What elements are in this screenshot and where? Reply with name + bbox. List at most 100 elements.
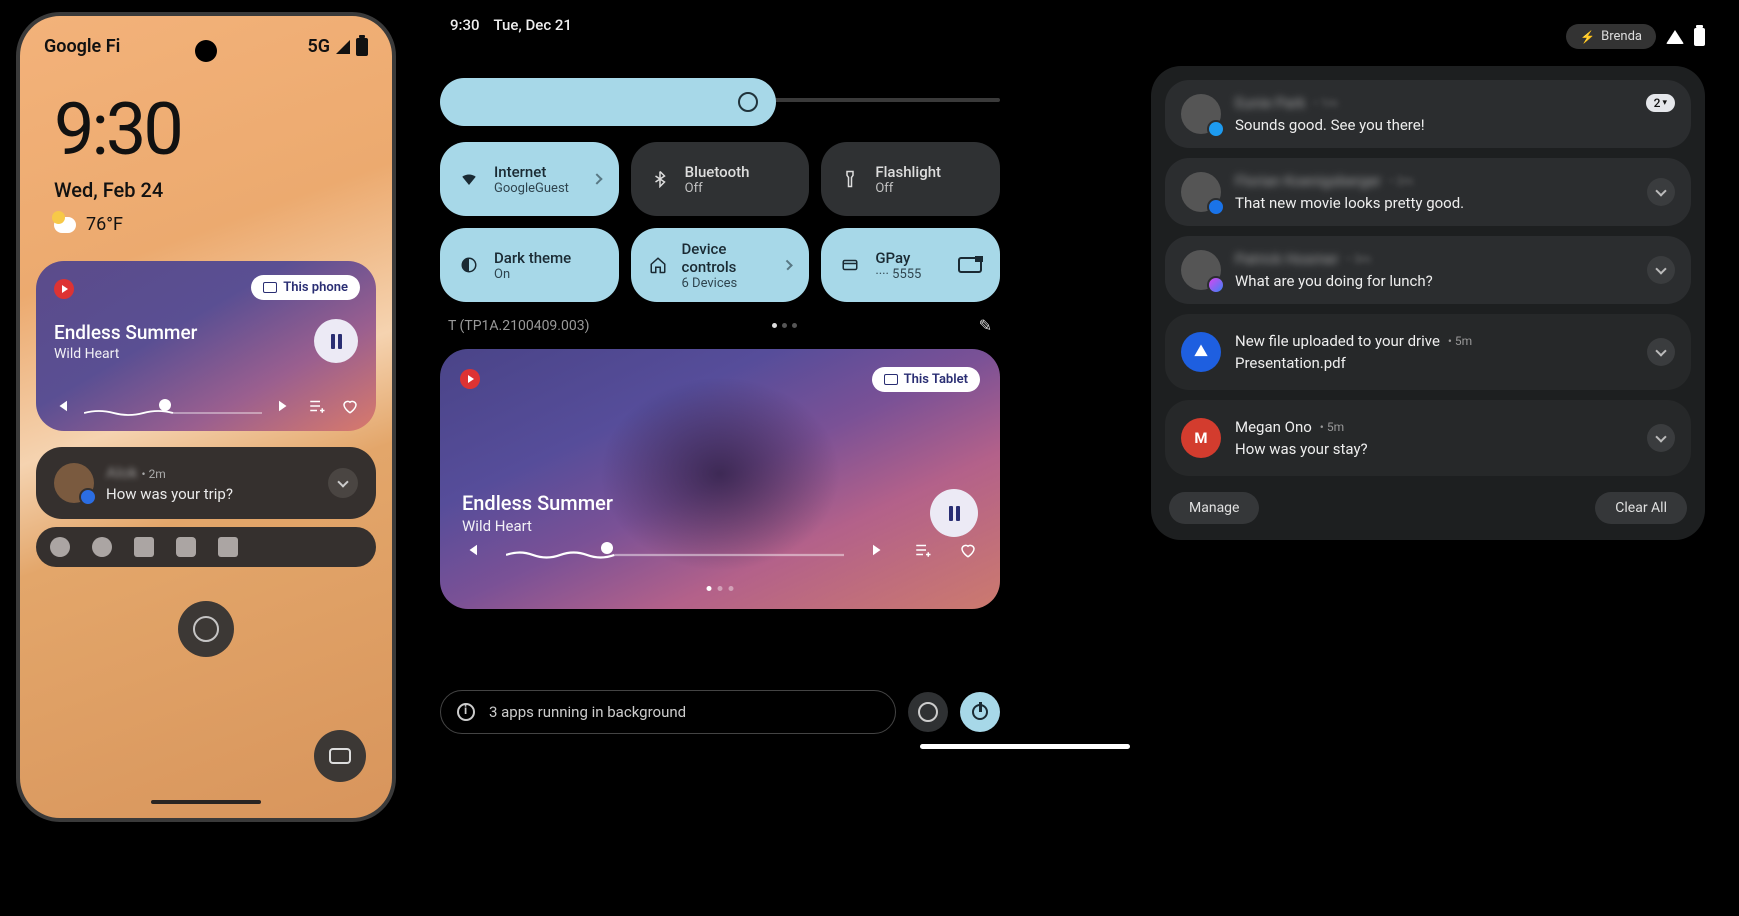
tile-title: Dark theme xyxy=(494,249,571,267)
user-name: Brenda xyxy=(1601,29,1642,44)
notif-sender: Megan Ono xyxy=(1235,418,1312,436)
gmail-icon: M xyxy=(1181,418,1221,458)
media-page-dots xyxy=(707,586,734,591)
wifi-icon xyxy=(1666,30,1684,44)
tile-subtitle: 6 Devices xyxy=(682,276,771,291)
track-artist: Wild Heart xyxy=(54,346,358,362)
app-badge-icon xyxy=(1207,276,1225,294)
media-card-phone[interactable]: This phone Endless Summer Wild Heart xyxy=(36,261,376,431)
cast-chip[interactable]: This Tablet xyxy=(872,367,980,392)
seek-bar[interactable] xyxy=(84,402,262,410)
card-icon xyxy=(958,257,982,273)
notification-icons-row[interactable] xyxy=(36,527,376,567)
prev-track-icon[interactable] xyxy=(462,541,480,559)
qs-time: 9:30 xyxy=(450,16,480,34)
qs-tile-gpay[interactable]: GPay···· 5555 xyxy=(821,228,1000,302)
expand-button[interactable] xyxy=(1647,424,1675,452)
notif-body: That new movie looks pretty good. xyxy=(1235,194,1633,212)
card-icon xyxy=(839,256,861,274)
notification-card[interactable]: Eunie Park • 1m Sounds good. See you ther… xyxy=(1165,80,1691,148)
nav-home-bar[interactable] xyxy=(920,744,1130,749)
expand-button[interactable] xyxy=(328,468,358,498)
notif-sender: Eunie Park xyxy=(1235,94,1306,112)
tile-title: Flashlight xyxy=(875,163,941,181)
next-track-icon[interactable] xyxy=(870,541,888,559)
avatar xyxy=(54,463,94,503)
notif-time: • 2m xyxy=(142,467,166,481)
queue-icon[interactable] xyxy=(914,541,932,559)
notification-card[interactable]: New file uploaded to your drive • 5mPres… xyxy=(1165,314,1691,390)
notif-time: • 5m xyxy=(1448,334,1472,348)
flashlight-icon xyxy=(839,170,861,188)
qs-date: Tue, Dec 21 xyxy=(494,16,572,34)
notif-time: • 3m xyxy=(1347,252,1371,266)
settings-button[interactable] xyxy=(908,692,948,732)
notif-body: Presentation.pdf xyxy=(1235,354,1633,372)
tile-subtitle: On xyxy=(494,267,571,282)
brightness-icon xyxy=(738,92,758,112)
clear-all-button[interactable]: Clear All xyxy=(1595,492,1687,524)
tile-subtitle: Off xyxy=(875,181,941,196)
qs-tile-flashlight[interactable]: FlashlightOff xyxy=(821,142,1000,216)
seek-bar[interactable] xyxy=(506,545,844,555)
expand-button[interactable] xyxy=(1647,256,1675,284)
track-artist: Wild Heart xyxy=(462,517,532,535)
ytmusic-icon xyxy=(460,369,480,389)
qs-tile-internet[interactable]: InternetGoogleGuest xyxy=(440,142,619,216)
notification-card[interactable]: M Megan Ono • 5m How was your stay? xyxy=(1165,400,1691,476)
qs-tile-dark-theme[interactable]: Dark themeOn xyxy=(440,228,619,302)
expand-button[interactable] xyxy=(1647,178,1675,206)
camera-cutout xyxy=(195,40,217,62)
fingerprint-button[interactable] xyxy=(178,601,234,657)
tile-title: GPay xyxy=(875,249,921,267)
user-chip[interactable]: ⚡ Brenda xyxy=(1566,24,1656,49)
weather-chip[interactable]: 76°F xyxy=(20,202,392,235)
chevron-right-icon xyxy=(591,173,602,184)
qs-tile-bluetooth[interactable]: BluetoothOff xyxy=(631,142,810,216)
signal-icon xyxy=(336,40,350,54)
notif-sender: Florian Koenigsberger xyxy=(1235,172,1381,190)
notif-body: How was your trip? xyxy=(106,485,233,503)
avatar xyxy=(1181,250,1221,290)
edit-tiles-button[interactable]: ✎ xyxy=(979,316,992,335)
darktheme-icon xyxy=(458,256,480,274)
tablet-status-bar: ⚡ Brenda xyxy=(1566,24,1705,49)
avatar xyxy=(1181,94,1221,134)
expand-button[interactable] xyxy=(1647,338,1675,366)
notif-count-chip[interactable]: 2 ▾ xyxy=(1646,94,1675,112)
notif-time: • 1m xyxy=(1314,96,1338,110)
like-icon[interactable] xyxy=(958,541,978,559)
track-title: Endless Summer xyxy=(54,321,358,344)
tile-subtitle: ···· 5555 xyxy=(875,267,921,282)
next-track-icon[interactable] xyxy=(276,397,294,415)
power-button[interactable] xyxy=(960,692,1000,732)
notif-body: Sounds good. See you there! xyxy=(1235,116,1632,134)
notification-card[interactable]: Alok • 2m How was your trip? xyxy=(36,447,376,519)
like-icon[interactable] xyxy=(340,397,360,415)
temperature: 76°F xyxy=(86,214,123,235)
play-pause-button[interactable] xyxy=(314,319,358,363)
notif-body: How was your stay? xyxy=(1235,440,1633,458)
prev-track-icon[interactable] xyxy=(52,397,70,415)
notification-card[interactable]: Florian Koenigsberger • 2m That new movie… xyxy=(1165,158,1691,226)
qs-tile-device-controls[interactable]: Device controls6 Devices xyxy=(631,228,810,302)
tile-title: Device controls xyxy=(682,240,771,276)
queue-icon[interactable] xyxy=(308,397,326,415)
notification-card[interactable]: Patrick Hosmer • 3mWhat are you doing fo… xyxy=(1165,236,1691,304)
notif-time: • 5m xyxy=(1320,420,1344,434)
media-card-tablet[interactable]: This Tablet Endless Summer Wild Heart xyxy=(440,349,1000,609)
network-label: 5G xyxy=(307,36,330,57)
home-bar[interactable] xyxy=(151,800,261,804)
manage-button[interactable]: Manage xyxy=(1169,492,1259,524)
cast-chip[interactable]: This phone xyxy=(251,275,360,300)
brightness-slider[interactable] xyxy=(440,78,1000,126)
power-icon xyxy=(972,704,988,720)
cast-icon xyxy=(263,282,277,293)
play-pause-button[interactable] xyxy=(930,489,978,537)
app-icon xyxy=(92,537,112,557)
notif-time: • 2m xyxy=(1389,174,1413,188)
bolt-icon: ⚡ xyxy=(1580,30,1595,44)
wallet-shortcut[interactable] xyxy=(314,730,366,782)
background-apps-chip[interactable]: 3 apps running in background xyxy=(440,690,896,734)
home-icon xyxy=(649,256,668,274)
